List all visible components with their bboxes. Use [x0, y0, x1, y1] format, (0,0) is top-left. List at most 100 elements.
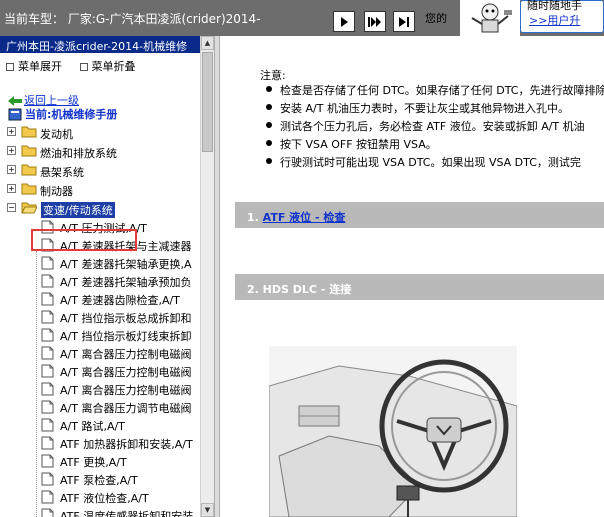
top-bar: 当前车型： 厂家:G-广汽本田凌派(crider)2014- 您的 随时随地手 … [0, 0, 604, 36]
tree-leaf-label: A/T 挡位指示板灯线束拆卸 [60, 330, 192, 343]
skip-icon [368, 16, 381, 27]
document-icon [41, 418, 54, 432]
tree-leaf-label: A/T 离合器压力控制电磁阀 [60, 366, 192, 379]
document-icon [41, 364, 54, 378]
tree-leaf[interactable]: A/T 离合器压力控制电磁阀 [0, 344, 200, 362]
tree-leaf-label: A/T 路试,A/T [60, 420, 125, 433]
document-icon [41, 346, 54, 360]
tree-leaf[interactable]: A/T 差速器托架轴承预加负 [0, 272, 200, 290]
tree-category[interactable]: + 制动器 [0, 180, 200, 199]
tree-leaf-label: ATF 温度传感器拆卸和安装 [60, 510, 194, 517]
collapse-all-button[interactable]: 菜单折叠 [79, 60, 136, 73]
document-icon [41, 256, 54, 270]
tree-leaf-label: ATF 加热器拆卸和安装,A/T [60, 438, 193, 451]
tree-leaf-label: A/T 差速器托架轴承更换,A [60, 258, 192, 271]
collapse-icon [79, 63, 88, 71]
tree-leaf[interactable]: A/T 差速器托架轴承更换,A [0, 254, 200, 272]
tree-category[interactable]: + 悬架系统 [0, 161, 200, 180]
tree-category-open[interactable]: − 变速/传动系统 [0, 199, 200, 218]
section-header-1: 1. ATF 液位 - 检查 [235, 202, 604, 228]
tree-leaf-label: ATF 液位检查,A/T [60, 492, 149, 505]
play-end-button[interactable] [393, 11, 415, 32]
document-pane: 注意: 检查是否存储了任何 DTC。如果存储了任何 DTC，先进行故障排除再予 … [220, 36, 604, 517]
notice-item: 检查是否存储了任何 DTC。如果存储了任何 DTC，先进行故障排除再予 [266, 82, 604, 100]
collapse-minus-icon[interactable]: − [7, 203, 16, 212]
menu-toggle-row: 菜单展开 菜单折叠 [6, 58, 150, 74]
tree-category-label: 悬架系统 [40, 166, 84, 179]
tree-leaf-label: A/T 挡位指示板总成拆卸和 [60, 312, 192, 325]
document-icon [41, 310, 54, 324]
tree-leaf-label: A/T 差速器齿隙检查,A/T [60, 294, 180, 307]
tree-leaf[interactable]: ATF 加热器拆卸和安装,A/T [0, 434, 200, 452]
tree-leaf-label: ATF 泵检查,A/T [60, 474, 138, 487]
document-icon [41, 490, 54, 504]
document-icon [41, 328, 54, 342]
document-icon [41, 274, 54, 288]
navigation-panel: 广州本田-凌派crider-2014-机械维修 菜单展开 菜单折叠 返回上一级 … [0, 36, 214, 517]
scroll-down-arrow[interactable]: ▼ [201, 503, 214, 517]
document-icon [41, 472, 54, 486]
current-vehicle-label: 当前车型： 厂家:G-广汽本田凌派(crider)2014- [4, 12, 261, 26]
expand-plus-icon[interactable]: + [7, 127, 16, 136]
manual-title: 广州本田-凌派crider-2014-机械维修 [0, 36, 200, 53]
play-forward-button[interactable] [333, 11, 355, 32]
tree-leaf[interactable]: A/T 差速器齿隙检查,A/T [0, 290, 200, 308]
tree-leaf-label: A/T 差速器托架轴承预加负 [60, 276, 192, 289]
tree-leaf[interactable]: A/T 离合器压力控制电磁阀 [0, 362, 200, 380]
tree-category-label: 制动器 [40, 185, 73, 198]
scroll-thumb[interactable] [202, 52, 213, 152]
atf-level-check-link[interactable]: ATF 液位 - 检查 [263, 211, 346, 224]
collapse-all-label: 菜单折叠 [91, 60, 136, 73]
notice-item: 按下 VSA OFF 按钮禁用 VSA。 [266, 136, 604, 154]
expand-plus-icon[interactable]: + [7, 146, 16, 155]
section-number: 1. [247, 211, 263, 224]
tree-leaf[interactable]: A/T 挡位指示板总成拆卸和 [0, 308, 200, 326]
skip-button[interactable] [364, 11, 386, 32]
folder-icon [21, 145, 37, 157]
expand-plus-icon[interactable]: + [7, 165, 16, 174]
tree-leaf[interactable]: ATF 更换,A/T [0, 452, 200, 470]
document-icon [41, 508, 54, 517]
nav-scrollbar[interactable]: ▲ ▼ [200, 36, 214, 517]
tree-leaf-label: ATF 更换,A/T [60, 456, 127, 469]
notice-item: 行驶测试时可能出现 VSA DTC。如果出现 VSA DTC，测试完 [266, 154, 604, 172]
tree-category-label: 变速/传动系统 [41, 202, 115, 218]
expand-all-button[interactable]: 菜单展开 [6, 60, 62, 73]
play-end-icon [399, 16, 409, 27]
folder-icon [21, 164, 37, 176]
mascot-icon [460, 0, 520, 36]
tree-category-label: 发动机 [40, 128, 73, 141]
user-upgrade-panel: 随时随地手 >>用户升 [520, 0, 604, 33]
tree-leaf[interactable]: A/T 离合器压力调节电磁阀 [0, 398, 200, 416]
tree-leaf[interactable]: ATF 液位检查,A/T [0, 488, 200, 506]
tree-category-label: 燃油和排放系统 [40, 147, 117, 160]
document-icon [41, 454, 54, 468]
tree-leaf-label: A/T 离合器压力控制电磁阀 [60, 384, 192, 397]
expand-all-label: 菜单展开 [18, 60, 62, 73]
tree-connector [36, 251, 37, 517]
tree-leaf[interactable]: ATF 泵检查,A/T [0, 470, 200, 488]
document-icon [41, 382, 54, 396]
folder-icon [21, 126, 37, 138]
tree-leaf[interactable]: A/T 路试,A/T [0, 416, 200, 434]
tree-leaf-label: A/T 离合器压力调节电磁阀 [60, 402, 192, 415]
tree-category[interactable]: + 发动机 [0, 123, 200, 142]
highlight-annotation [31, 229, 137, 251]
book-icon [8, 108, 22, 121]
notice-item: 测试各个压力孔后，务必检查 ATF 液位。安装或拆卸 A/T 机油 [266, 118, 604, 136]
tree-leaf[interactable]: A/T 挡位指示板灯线束拆卸 [0, 326, 200, 344]
document-icon [41, 436, 54, 450]
scroll-up-arrow[interactable]: ▲ [201, 36, 214, 50]
expand-icon [6, 63, 14, 71]
current-location: 当前:机械维修手册 [8, 106, 117, 122]
tree-category[interactable]: + 燃油和排放系统 [0, 142, 200, 161]
open-folder-icon [21, 202, 37, 214]
tree-leaf-label: A/T 离合器压力控制电磁阀 [60, 348, 192, 361]
expand-plus-icon[interactable]: + [7, 184, 16, 193]
notice-list: 检查是否存储了任何 DTC。如果存储了任何 DTC，先进行故障排除再予 安装 A… [266, 82, 604, 172]
user-upgrade-link[interactable]: >>用户升 [529, 12, 580, 28]
tree-leaf[interactable]: A/T 离合器压力控制电磁阀 [0, 380, 200, 398]
back-arrow-icon [8, 96, 22, 106]
tree-leaf[interactable]: ATF 温度传感器拆卸和安装 [0, 506, 200, 517]
dashboard-illustration [269, 346, 517, 517]
